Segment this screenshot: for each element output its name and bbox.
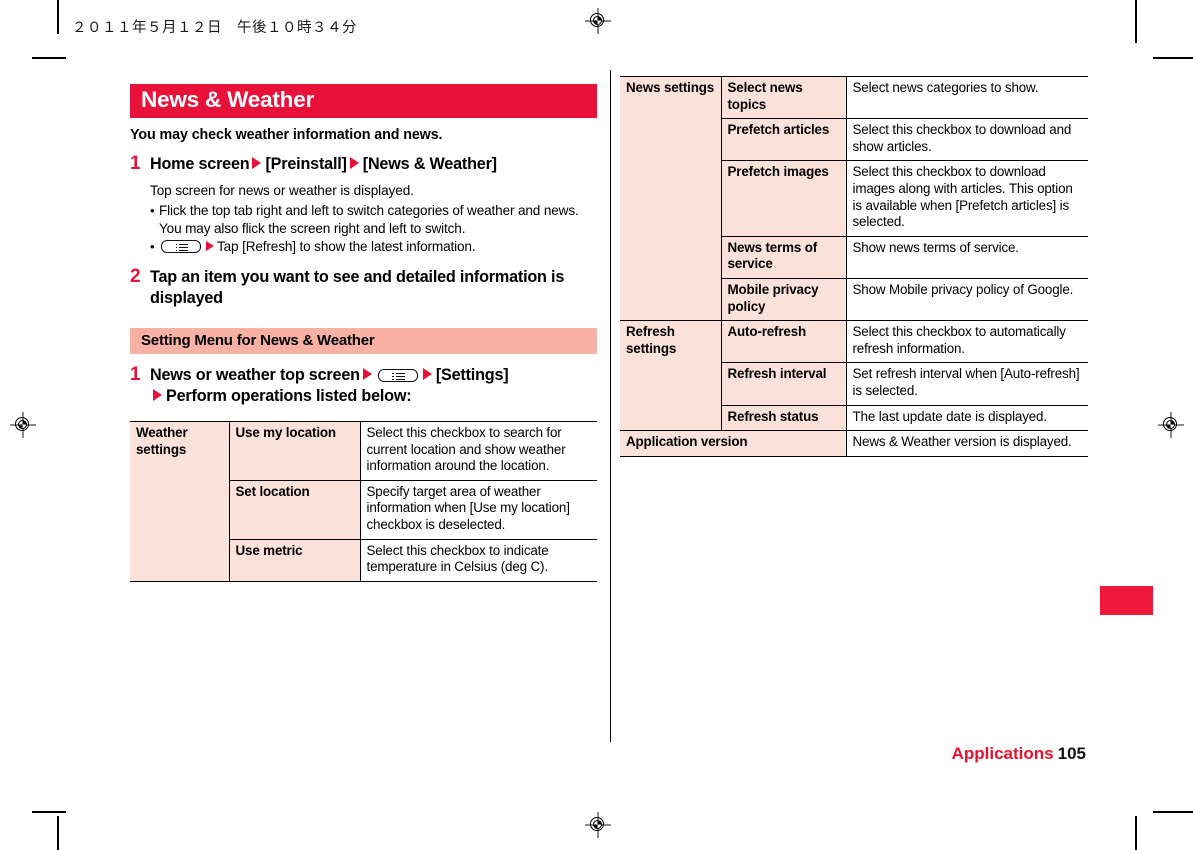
- step-2: 2 Tap an item you want to see and detail…: [130, 267, 597, 309]
- footer-page-number: 105: [1057, 744, 1086, 763]
- section-thumb-tab: [1100, 586, 1153, 615]
- step-1-description: Top screen for news or weather is displa…: [150, 183, 414, 198]
- setting-description: The last update date is displayed.: [846, 404, 1088, 432]
- crop-mark-top-left-horizontal: [32, 57, 66, 59]
- step-3: 1 News or weather top screen [Settings] Pe…: [130, 365, 597, 407]
- step-1-number: 1: [130, 153, 141, 174]
- weather-settings-table: Weather settings Use my location Select …: [130, 421, 597, 582]
- crop-mark-top-right-vertical: [1135, 0, 1137, 43]
- setting-key: Mobile privacy policy: [720, 277, 847, 322]
- step-1-heading: Home screen [Preinstall] [News & Weather]: [150, 154, 597, 175]
- table-row: Weather settings Use my location Select …: [130, 421, 597, 582]
- news-refresh-settings-table: News settings Select news topics Select …: [620, 75, 1088, 457]
- registration-mark-bottom: [585, 812, 611, 838]
- crop-mark-top-left-vertical: [57, 0, 59, 34]
- registration-mark-right: [1158, 412, 1184, 438]
- step-3-part-c: Perform operations listed below:: [166, 387, 412, 405]
- group-label-weather-settings: Weather settings: [130, 421, 229, 582]
- crop-mark-bottom-right-vertical: [1135, 816, 1137, 850]
- setting-description: News & Weather version is displayed.: [846, 430, 1088, 457]
- group-label-news-settings: News settings: [620, 75, 721, 322]
- setting-key: Set location: [228, 479, 361, 540]
- step-1-part-a: Home screen: [150, 155, 250, 173]
- setting-description: Set refresh interval when [Auto-refresh]…: [846, 362, 1088, 405]
- arrow-right-icon: [252, 157, 262, 169]
- footer-section-label: Applications: [951, 744, 1054, 763]
- bullet-dot-icon: •: [150, 239, 155, 254]
- table-row: News settings Select news topics Select …: [620, 75, 1088, 322]
- registration-mark-top: [585, 8, 611, 34]
- setting-description: Select this checkbox to automatically re…: [846, 320, 1088, 364]
- section-subheading: Setting Menu for News & Weather: [130, 328, 597, 354]
- crop-mark-bottom-right-horizontal: [1153, 811, 1193, 813]
- arrow-right-icon: [362, 368, 372, 380]
- page-title: News & Weather: [130, 84, 597, 118]
- step-1-bullets: • Flick the top tab right and left to sw…: [150, 202, 597, 256]
- setting-key: Auto-refresh: [720, 320, 847, 364]
- setting-description: Select this checkbox to download images …: [846, 160, 1088, 237]
- step-3-heading: News or weather top screen [Settings] Perf…: [150, 365, 597, 407]
- step-2-heading: Tap an item you want to see and detailed…: [150, 268, 565, 307]
- table-row: Application version News & Weather versi…: [620, 430, 1088, 457]
- registration-mark-left: [10, 412, 36, 438]
- menu-key-icon: [161, 240, 201, 253]
- table-row: Refresh settings Auto-refresh Select thi…: [620, 320, 1088, 432]
- setting-key: Prefetch articles: [720, 118, 847, 161]
- setting-key: News terms of service: [720, 235, 847, 279]
- step-1: 1 Home screen [Preinstall] [News & Weather…: [130, 154, 597, 256]
- arrow-right-icon: [153, 389, 162, 401]
- step-2-number: 2: [130, 266, 141, 287]
- page-footer: Applications 105: [952, 744, 1086, 764]
- step-3-part-a: News or weather top screen: [150, 366, 360, 384]
- step-1-part-c: [News & Weather]: [362, 155, 497, 173]
- setting-description: Show news terms of service.: [846, 235, 1088, 279]
- group-label-refresh-settings: Refresh settings: [620, 320, 721, 432]
- step-3-part-b: [Settings]: [435, 366, 509, 384]
- setting-description: Select this checkbox to search for curre…: [360, 421, 597, 481]
- step-1-part-b: [Preinstall]: [265, 155, 347, 173]
- setting-key-application-version: Application version: [620, 430, 847, 457]
- bullet-text: Flick the top tab right and left to swit…: [159, 203, 579, 236]
- setting-key: Use my location: [228, 421, 361, 481]
- crop-mark-top-right-horizontal: [1153, 57, 1193, 59]
- bullet-text: Tap [Refresh] to show the latest informa…: [217, 239, 476, 254]
- bullet-dot-icon: •: [150, 203, 155, 218]
- crop-mark-bottom-left-vertical: [57, 816, 59, 850]
- setting-description: Specify target area of weather informati…: [360, 479, 597, 540]
- left-column: News & Weather You may check weather inf…: [130, 84, 597, 582]
- setting-description: Show Mobile privacy policy of Google.: [846, 277, 1088, 322]
- setting-key: Use metric: [228, 538, 361, 582]
- setting-key: Refresh interval: [720, 362, 847, 405]
- menu-key-icon: [377, 369, 418, 382]
- setting-key: Refresh status: [720, 404, 847, 432]
- setting-key: Prefetch images: [720, 160, 847, 237]
- arrow-right-icon: [349, 157, 359, 169]
- arrow-right-icon: [206, 241, 214, 251]
- step-3-number: 1: [130, 364, 141, 385]
- arrow-right-icon: [422, 368, 432, 380]
- setting-key: Select news topics: [720, 75, 847, 120]
- column-divider: [610, 70, 612, 742]
- setting-description: Select this checkbox to download and sho…: [846, 118, 1088, 161]
- setting-description: Select this checkbox to indicate tempera…: [360, 538, 597, 582]
- list-item-menu-key: • Tap [Refresh] to show the latest infor…: [150, 238, 597, 256]
- setting-description: Select news categories to show.: [846, 75, 1088, 120]
- crop-mark-bottom-left-horizontal: [32, 811, 66, 813]
- print-date-header: ２０１１年５月１２日 午後１０時３４分: [72, 20, 357, 36]
- right-column: News settings Select news topics Select …: [620, 75, 1088, 457]
- list-item: • Flick the top tab right and left to sw…: [150, 202, 597, 238]
- page-lead-text: You may check weather information and ne…: [130, 127, 443, 143]
